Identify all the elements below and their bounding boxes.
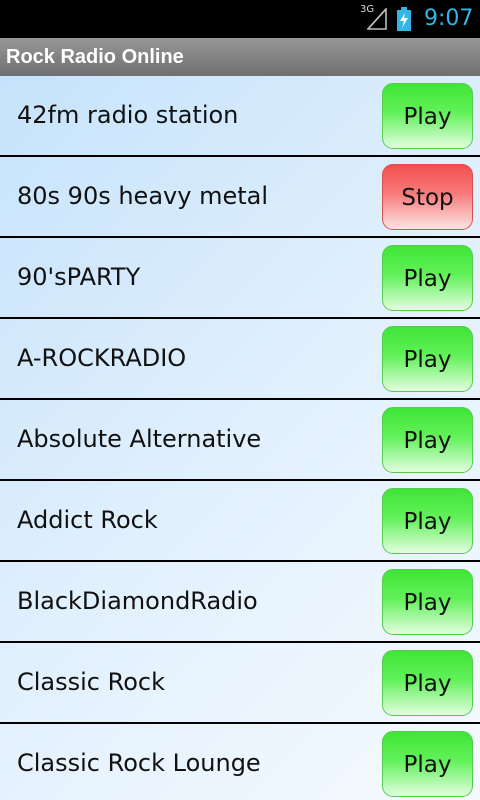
station-row[interactable]: Absolute Alternative Play: [0, 400, 480, 481]
station-name: Classic Rock: [17, 668, 166, 696]
play-button[interactable]: Play: [382, 731, 473, 797]
station-row[interactable]: Classic Rock Lounge Play: [0, 724, 480, 800]
app-title-bar: Rock Radio Online: [0, 38, 480, 76]
app-title: Rock Radio Online: [6, 46, 184, 68]
station-list[interactable]: 42fm radio station Play 80s 90s heavy meta…: [0, 76, 480, 800]
play-button[interactable]: Play: [382, 245, 473, 311]
station-row[interactable]: 42fm radio station Play: [0, 76, 480, 157]
play-button[interactable]: Play: [382, 488, 473, 554]
play-button[interactable]: Play: [382, 650, 473, 716]
station-row[interactable]: Classic Rock Play: [0, 643, 480, 724]
signal-strength-icon: [367, 8, 387, 30]
play-button[interactable]: Play: [382, 83, 473, 149]
play-button[interactable]: Play: [382, 326, 473, 392]
status-bar: 3G 9:07: [0, 0, 480, 38]
station-name: A-ROCKRADIO: [17, 344, 187, 372]
status-clock: 9:07: [424, 6, 474, 31]
station-name: Addict Rock: [17, 506, 158, 534]
station-name: 90'sPARTY: [17, 263, 141, 291]
station-name: BlackDiamondRadio: [17, 587, 258, 615]
station-name: 42fm radio station: [17, 101, 239, 129]
station-name: Absolute Alternative: [17, 425, 262, 453]
station-name: Classic Rock Lounge: [17, 749, 261, 777]
play-button[interactable]: Play: [382, 407, 473, 473]
battery-charging-icon: [397, 7, 411, 31]
station-row[interactable]: Addict Rock Play: [0, 481, 480, 562]
stop-button[interactable]: Stop: [382, 164, 473, 230]
station-row[interactable]: A-ROCKRADIO Play: [0, 319, 480, 400]
station-row[interactable]: 80s 90s heavy metal Stop: [0, 157, 480, 238]
play-button[interactable]: Play: [382, 569, 473, 635]
station-name: 80s 90s heavy metal: [17, 182, 268, 210]
station-row[interactable]: 90'sPARTY Play: [0, 238, 480, 319]
station-row[interactable]: BlackDiamondRadio Play: [0, 562, 480, 643]
